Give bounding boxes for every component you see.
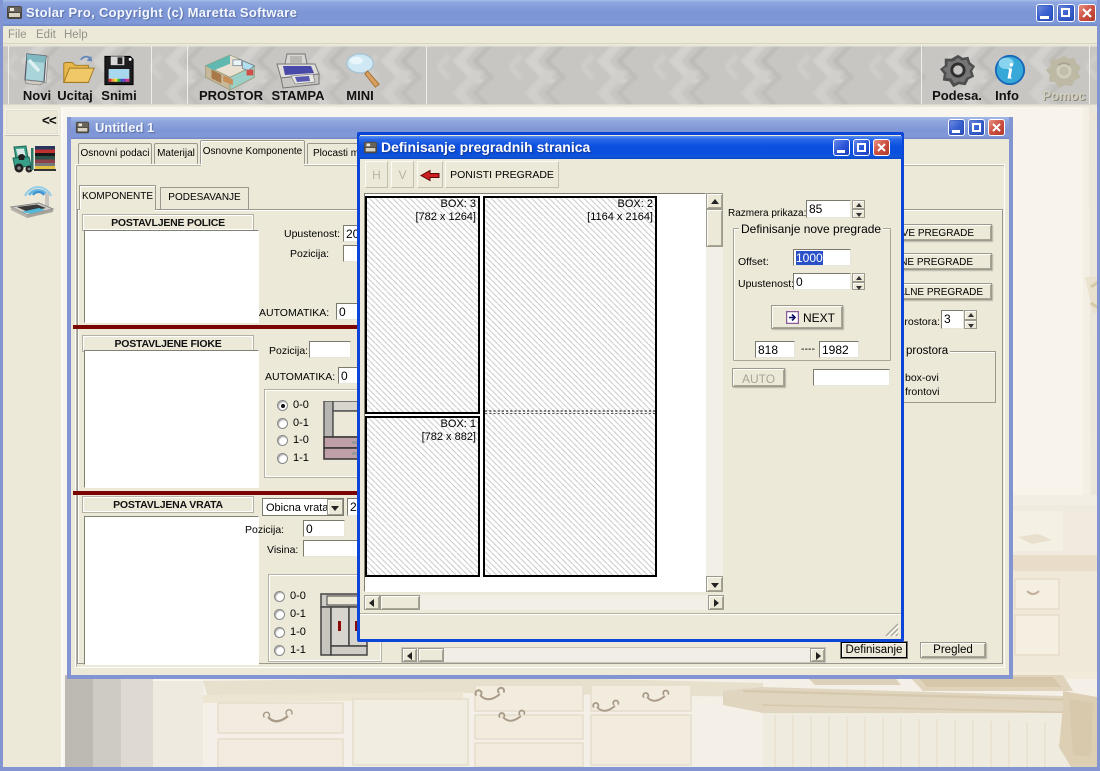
svg-text:i: i bbox=[1007, 60, 1013, 84]
